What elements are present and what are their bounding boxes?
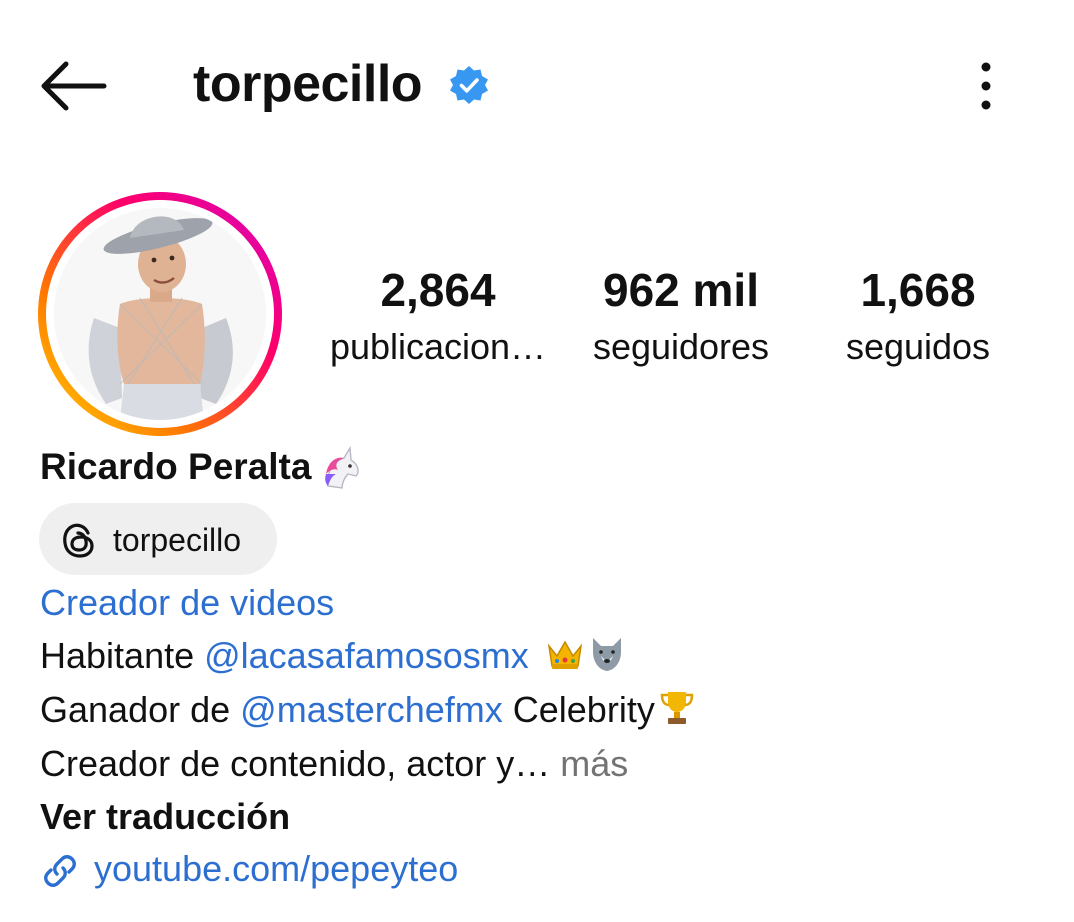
bio-text: Celebrity: [502, 689, 655, 730]
see-translation-button[interactable]: Ver traducción: [40, 794, 290, 840]
posts-value: 2,864: [380, 264, 496, 316]
external-link[interactable]: youtube.com/pepeyteo: [94, 846, 458, 892]
mention-link-masterchefmx[interactable]: @masterchefmx: [240, 689, 503, 730]
more-options-button[interactable]: [966, 60, 1006, 112]
back-button[interactable]: [38, 58, 108, 114]
wolf-emoji-icon: [587, 634, 627, 674]
unicorn-emoji-icon: [318, 444, 364, 490]
mention-link-lacasafamososmx[interactable]: @lacasafamososmx: [204, 635, 529, 676]
followers-label: seguidores: [592, 326, 770, 367]
crown-emoji-icon: [545, 634, 585, 674]
arrow-left-icon: [41, 61, 107, 111]
following-value: 1,668: [860, 264, 976, 316]
link-icon: [40, 851, 80, 891]
following-label: seguidos: [845, 326, 991, 367]
bio-line-2: Ganador de @masterchefmx Celebrity: [40, 687, 697, 733]
full-name: Ricardo Peralta: [40, 446, 312, 487]
verified-badge-icon: [449, 65, 489, 105]
bio-text: Ganador de: [40, 689, 241, 730]
profile-username: torpecillo: [193, 55, 423, 113]
bio-line-3: Creador de contenido, actor y… más: [40, 741, 628, 787]
followers-value: 962 mil: [603, 264, 759, 316]
posts-count[interactable]: 2,864 publicacion…: [318, 262, 558, 372]
bio-text: Creador de contenido, actor y…: [40, 743, 551, 784]
threads-badge[interactable]: torpecillo: [39, 503, 277, 575]
followers-count[interactable]: 962 mil seguidores: [573, 262, 789, 372]
trophy-emoji-icon: [657, 688, 697, 728]
bio-line-1: Habitante @lacasafamososmx: [40, 633, 627, 679]
threads-icon: [63, 523, 94, 558]
story-ring[interactable]: [38, 192, 282, 436]
following-count[interactable]: 1,668 seguidos: [830, 262, 1006, 372]
more-bio-button[interactable]: más: [550, 743, 628, 784]
bio-text: Habitante: [40, 635, 205, 676]
posts-label: publicacion…: [329, 326, 547, 367]
avatar-ring-gap: [46, 200, 274, 428]
profile-category: Creador de videos: [40, 582, 335, 623]
more-vertical-icon: [981, 62, 991, 110]
avatar: [54, 208, 266, 420]
threads-handle: torpecillo: [113, 522, 242, 558]
